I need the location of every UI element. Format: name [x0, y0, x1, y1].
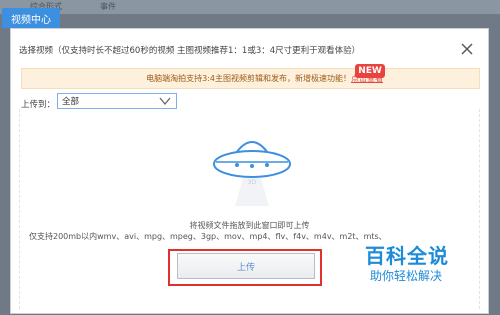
background-strip: 综合形式 事件 — [0, 0, 500, 14]
chevron-down-icon — [159, 97, 171, 106]
svg-text:3D: 3D — [248, 179, 257, 186]
drag-drop-text: 将视频文件拖放到此窗口即可上传 — [189, 221, 310, 230]
upload-button[interactable]: 上传 — [177, 253, 315, 279]
tab-video-center[interactable]: 视频中心 — [2, 8, 60, 28]
new-badge: NEW — [355, 64, 385, 78]
notice-banner: 电脑端淘拍支持3:4主图视频剪辑和发布，新增极速功能！ 点击查看 NEW — [21, 64, 480, 89]
watermark-subtitle: 助你轻松解决 — [370, 269, 443, 283]
select-video-hint: 选择视频（仅支持时长不超过60秒的视频 主图视频推荐1：1或3：4尺寸更利于观看… — [19, 46, 361, 56]
background-label-right: 事件 — [100, 2, 116, 11]
ufo-upload-icon: 3D — [213, 141, 291, 206]
close-button[interactable] — [457, 39, 477, 59]
upload-to-value: 全部 — [62, 97, 80, 107]
upload-to-select[interactable]: 全部 — [57, 93, 177, 109]
notice-text: 电脑端淘拍支持3:4主图视频剪辑和发布，新增极速功能！ — [146, 74, 351, 83]
watermark: 百科全说 助你轻松解决 — [360, 240, 500, 300]
drop-area-left-border — [11, 109, 20, 309]
upload-to-label: 上传到： — [21, 100, 56, 110]
supported-formats-text: 仅支持200mb以内wmv、avi、mpg、mpeg、3gp、mov、mp4、f… — [29, 232, 387, 241]
close-icon — [461, 43, 473, 55]
watermark-logo: 百科全说 — [365, 244, 449, 268]
